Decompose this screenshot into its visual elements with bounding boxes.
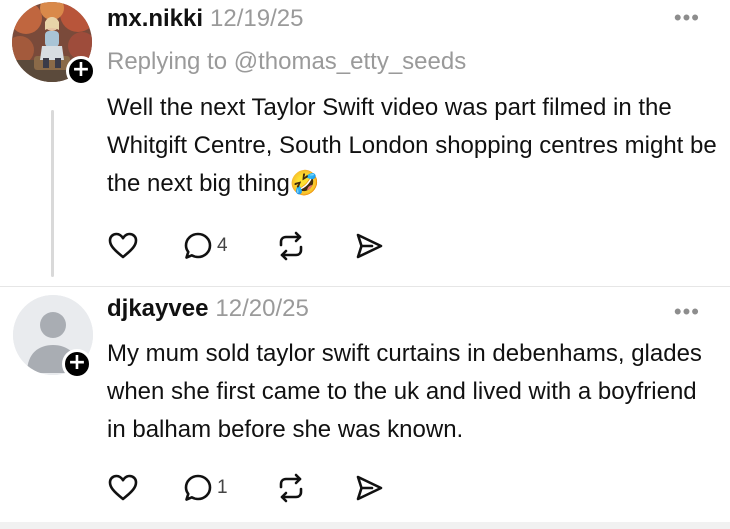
reply-button[interactable]: 1	[182, 471, 228, 505]
repost-icon	[279, 473, 303, 503]
username[interactable]: mx.nikki	[107, 5, 203, 32]
repost-button[interactable]	[275, 229, 307, 263]
comment-icon	[184, 232, 212, 259]
reply-button[interactable]: 4	[182, 229, 228, 263]
post-text: My mum sold taylor swift curtains in deb…	[107, 340, 702, 443]
follow-plus-icon[interactable]: +	[62, 349, 92, 379]
like-button[interactable]	[107, 471, 139, 505]
comment-icon	[184, 474, 212, 501]
bottom-divider	[0, 522, 730, 529]
like-button[interactable]	[107, 229, 139, 263]
action-bar: 1	[107, 471, 407, 505]
share-button[interactable]	[353, 229, 385, 263]
replying-to[interactable]: Replying to @thomas_etty_seeds	[107, 48, 466, 76]
post-text: Well the next Taylor Swift video was par…	[107, 94, 717, 197]
timestamp: 12/20/25	[215, 295, 309, 322]
send-icon	[356, 233, 383, 259]
reply-post: + djkayvee 12/20/25 ••• My mum sold taylo…	[0, 287, 730, 529]
send-icon	[356, 475, 383, 501]
thread-view: + mx.nikki 12/19/25 ••• Replying to @thom…	[0, 0, 730, 529]
share-button[interactable]	[353, 471, 385, 505]
heart-icon	[108, 232, 138, 259]
follow-plus-icon[interactable]: +	[66, 56, 96, 86]
reply-count: 1	[217, 477, 228, 498]
thread-connector	[51, 110, 54, 277]
more-icon[interactable]: •••	[674, 7, 700, 29]
heart-icon	[108, 474, 138, 501]
reply-post: + mx.nikki 12/19/25 ••• Replying to @thom…	[0, 0, 730, 287]
repost-icon	[279, 231, 303, 261]
username[interactable]: djkayvee	[107, 295, 208, 322]
timestamp: 12/19/25	[210, 5, 304, 32]
more-icon[interactable]: •••	[674, 301, 700, 323]
action-bar: 4	[107, 229, 407, 263]
post-header: djkayvee 12/20/25	[107, 295, 309, 323]
post-header: mx.nikki 12/19/25	[107, 5, 303, 33]
repost-button[interactable]	[275, 471, 307, 505]
reply-count: 4	[217, 235, 228, 256]
